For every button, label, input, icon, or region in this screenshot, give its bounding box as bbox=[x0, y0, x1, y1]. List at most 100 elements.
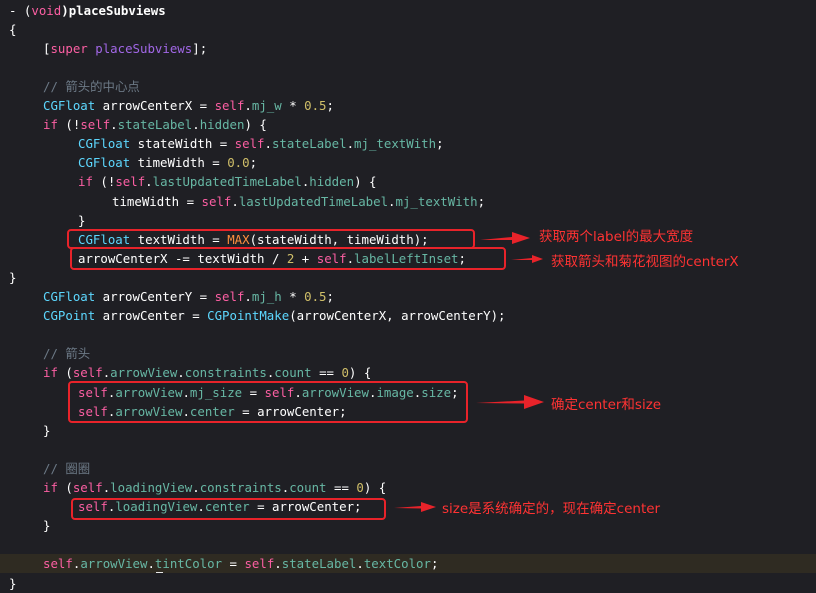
code-token: lastUpdatedTimeLabel bbox=[238, 193, 389, 209]
code-token: } bbox=[43, 518, 51, 534]
code-token: } bbox=[43, 422, 51, 438]
code-token: self bbox=[80, 117, 111, 133]
code-line[interactable]: CGFloat timeWidth = 0.0; bbox=[0, 153, 816, 172]
code-token: constraints bbox=[199, 480, 282, 495]
code-token: self bbox=[72, 480, 103, 495]
code-token: arrowView bbox=[80, 556, 148, 572]
code-token: if bbox=[78, 174, 93, 190]
code-token: stateWidth = bbox=[130, 136, 235, 152]
code-token: if bbox=[43, 117, 58, 133]
annotation-max-label-width: 获取两个label的最大宽度 bbox=[539, 229, 694, 245]
code-token: lastUpdatedTimeLabel bbox=[152, 174, 302, 190]
code-token: (! bbox=[57, 117, 81, 133]
code-token: . bbox=[274, 556, 282, 572]
code-token: } bbox=[9, 575, 17, 591]
code-token: mj_textWith bbox=[395, 193, 478, 209]
code-token: ) { bbox=[354, 174, 377, 190]
code-token: mj_textWith bbox=[354, 136, 437, 152]
code-line[interactable]: - (void)placeSubviews bbox=[0, 1, 816, 20]
code-token: = bbox=[222, 556, 245, 572]
code-token: ]; bbox=[192, 40, 208, 56]
code-line[interactable]: // 箭头 bbox=[0, 344, 816, 363]
code-token: ( bbox=[57, 480, 73, 495]
code-token: . bbox=[147, 556, 155, 572]
code-token: self bbox=[214, 98, 245, 113]
code-token: . bbox=[388, 193, 396, 209]
code-token: == bbox=[311, 365, 342, 381]
code-token: CGFloat bbox=[78, 136, 131, 152]
code-token: ; bbox=[326, 289, 334, 304]
code-line[interactable]: } bbox=[0, 574, 816, 593]
highlight-box-textwidth bbox=[67, 229, 475, 249]
code-line[interactable] bbox=[0, 535, 816, 554]
code-token: ; bbox=[477, 193, 486, 209]
arrow-icon-3 bbox=[476, 395, 544, 409]
code-line[interactable]: { bbox=[0, 20, 816, 39]
text-cursor bbox=[156, 572, 163, 573]
code-token: { bbox=[9, 21, 17, 37]
code-token: mj_h bbox=[251, 289, 282, 304]
code-token: constraints bbox=[184, 365, 267, 381]
code-token: . bbox=[244, 289, 252, 304]
code-line[interactable]: CGFloat stateWidth = self.stateLabel.mj_… bbox=[0, 134, 816, 153]
code-line[interactable]: // 箭头的中心点 bbox=[0, 77, 816, 96]
code-token: hidden bbox=[199, 117, 245, 133]
code-line[interactable]: if (!self.stateLabel.hidden) { bbox=[0, 115, 816, 134]
code-line[interactable]: CGFloat arrowCenterX = self.mj_w * 0.5; bbox=[0, 96, 816, 115]
code-token: placeSubviews bbox=[95, 40, 193, 56]
code-token: . bbox=[356, 556, 364, 572]
code-token: ) { bbox=[348, 365, 372, 381]
code-line[interactable]: } bbox=[0, 421, 816, 440]
code-line[interactable] bbox=[0, 58, 816, 77]
code-token: . bbox=[346, 136, 355, 152]
code-token: arrowCenterY = bbox=[95, 289, 215, 304]
code-token: self bbox=[72, 365, 103, 381]
code-token: arrowView bbox=[110, 365, 178, 381]
code-line[interactable] bbox=[0, 325, 816, 344]
code-line[interactable]: if (self.loadingView.constraints.count =… bbox=[0, 478, 816, 497]
code-token: if bbox=[43, 365, 58, 381]
code-token: // 圈圈 bbox=[43, 460, 91, 476]
code-token: textColor bbox=[363, 556, 431, 572]
code-token: (! bbox=[92, 174, 116, 190]
code-line[interactable]: [super placeSubviews]; bbox=[0, 39, 816, 58]
highlight-box-loadingview bbox=[71, 498, 386, 520]
code-line[interactable]: } bbox=[0, 211, 816, 230]
code-token: 0.0 bbox=[227, 155, 250, 171]
code-token: loadingView bbox=[110, 480, 193, 495]
code-token: self bbox=[201, 193, 232, 209]
highlight-box-arrowcenterx bbox=[70, 247, 506, 270]
code-line[interactable]: CGFloat arrowCenterY = self.mj_h * 0.5; bbox=[0, 287, 816, 306]
code-token: . bbox=[177, 365, 185, 381]
code-token: hidden bbox=[309, 174, 355, 190]
code-line[interactable]: if (self.arrowView.constraints.count == … bbox=[0, 363, 816, 382]
code-token: ; bbox=[326, 98, 334, 113]
code-token: . bbox=[192, 480, 200, 495]
code-token: arrowCenterX = bbox=[95, 98, 215, 113]
code-line[interactable]: CGPoint arrowCenter = CGPointMake(arrowC… bbox=[0, 306, 816, 325]
code-token: * bbox=[281, 98, 305, 113]
highlight-box-arrowview bbox=[68, 381, 468, 423]
code-token: CGPointMake bbox=[207, 308, 290, 324]
code-line[interactable]: if (!self.lastUpdatedTimeLabel.hidden) { bbox=[0, 172, 816, 191]
code-token: mj_w bbox=[251, 98, 282, 113]
code-token: ; bbox=[249, 155, 258, 171]
code-token: ) { bbox=[363, 480, 387, 495]
code-token: self bbox=[43, 556, 73, 572]
arrow-icon-2 bbox=[511, 255, 543, 263]
code-token: CGFloat bbox=[78, 155, 131, 171]
code-token: CGFloat bbox=[43, 98, 96, 113]
code-line[interactable]: // 圈圈 bbox=[0, 459, 816, 478]
code-token: count bbox=[289, 480, 327, 495]
code-line[interactable]: timeWidth = self.lastUpdatedTimeLabel.mj… bbox=[0, 192, 816, 211]
code-token: stateLabel bbox=[271, 136, 347, 152]
code-token: CGPoint bbox=[43, 308, 96, 324]
code-line[interactable]: self.arrowView.tintColor = self.stateLab… bbox=[0, 554, 816, 574]
code-token: ; bbox=[436, 136, 444, 152]
code-token: * bbox=[281, 289, 305, 304]
code-line[interactable] bbox=[0, 440, 816, 459]
code-token: 0.5 bbox=[304, 289, 327, 304]
code-token: 0 bbox=[341, 365, 349, 381]
code-token: super bbox=[50, 40, 88, 56]
code-token: count bbox=[274, 365, 312, 381]
